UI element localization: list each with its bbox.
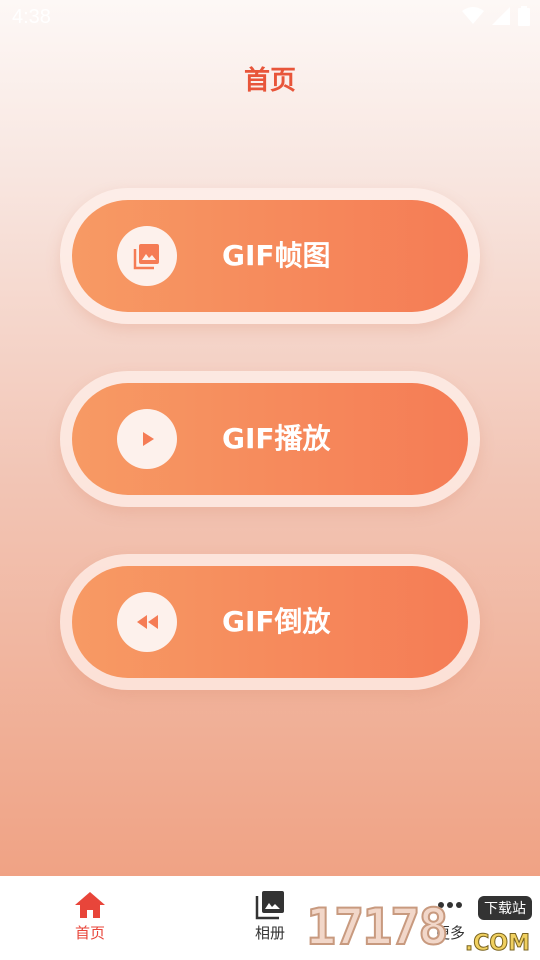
- status-time: 4:38: [12, 6, 51, 28]
- page-title: 首页: [243, 66, 296, 96]
- status-bar: 4:38: [0, 0, 540, 36]
- status-icons: [462, 6, 530, 26]
- nav-item-album[interactable]: 相册: [220, 890, 320, 943]
- photo-album-icon: [220, 890, 320, 920]
- watermark-tag: 下载站: [478, 896, 532, 920]
- gif-reverse-label: GIF倒放: [222, 605, 331, 638]
- gif-play-label: GIF播放: [222, 422, 331, 455]
- photo-album-icon: [117, 226, 177, 286]
- gif-reverse-button[interactable]: GIF倒放: [72, 566, 468, 678]
- battery-icon: [518, 6, 530, 26]
- watermark-logo: 17178 下载站 .COM: [305, 894, 536, 958]
- gif-frames-button[interactable]: GIF帧图: [72, 200, 468, 312]
- gif-play-button[interactable]: GIF播放: [72, 383, 468, 495]
- nav-item-home[interactable]: 首页: [40, 890, 140, 943]
- home-icon: [40, 890, 140, 920]
- wifi-icon: [462, 7, 484, 25]
- watermark-suffix: .COM: [464, 931, 530, 957]
- play-icon: [117, 409, 177, 469]
- rewind-icon: [117, 592, 177, 652]
- nav-item-album-label: 相册: [254, 924, 285, 942]
- gif-play-button-frame: GIF播放: [60, 371, 480, 507]
- gif-frames-label: GIF帧图: [222, 239, 331, 272]
- gif-reverse-button-frame: GIF倒放: [60, 554, 480, 690]
- nav-item-home-label: 首页: [74, 924, 105, 942]
- gif-frames-button-frame: GIF帧图: [60, 188, 480, 324]
- signal-icon: [492, 7, 510, 25]
- watermark-digits: 17178: [305, 897, 450, 957]
